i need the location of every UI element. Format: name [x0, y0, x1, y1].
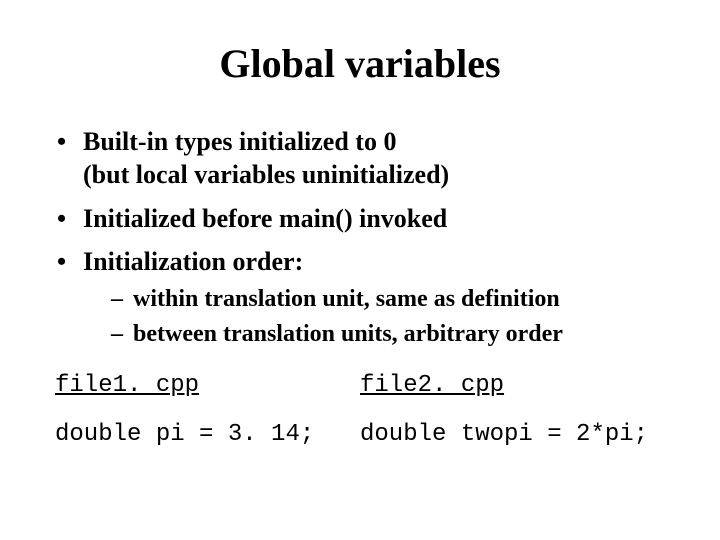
code-line: double twopi = 2*pi;: [360, 421, 665, 448]
bullet-text: Initialized before main() invoked: [83, 204, 447, 233]
bullet-text: Built-in types initialized to 0: [83, 127, 396, 156]
bullet-list: Built-in types initialized to 0 (but loc…: [55, 125, 665, 350]
code-columns: file1. cpp double pi = 3. 14; file2. cpp…: [55, 372, 665, 448]
file-name: file2. cpp: [360, 372, 665, 399]
file-name: file1. cpp: [55, 372, 360, 399]
slide: Global variables Built-in types initiali…: [0, 0, 720, 540]
sub-bullet-item: between translation units, arbitrary ord…: [111, 319, 665, 350]
sub-bullet-list: within translation unit, same as definit…: [83, 284, 665, 349]
bullet-item: Initialization order: within translation…: [55, 245, 665, 350]
sub-bullet-text: within translation unit, same as definit…: [133, 286, 560, 312]
code-column-left: file1. cpp double pi = 3. 14;: [55, 372, 360, 448]
slide-title: Global variables: [55, 40, 665, 87]
bullet-text: Initialization order:: [83, 247, 303, 276]
sub-bullet-text: between translation units, arbitrary ord…: [133, 321, 563, 347]
code-column-right: file2. cpp double twopi = 2*pi;: [360, 372, 665, 448]
bullet-item: Built-in types initialized to 0 (but loc…: [55, 125, 665, 192]
sub-bullet-item: within translation unit, same as definit…: [111, 284, 665, 315]
code-line: double pi = 3. 14;: [55, 421, 360, 448]
bullet-item: Initialized before main() invoked: [55, 202, 665, 235]
bullet-text: (but local variables uninitialized): [83, 160, 449, 189]
